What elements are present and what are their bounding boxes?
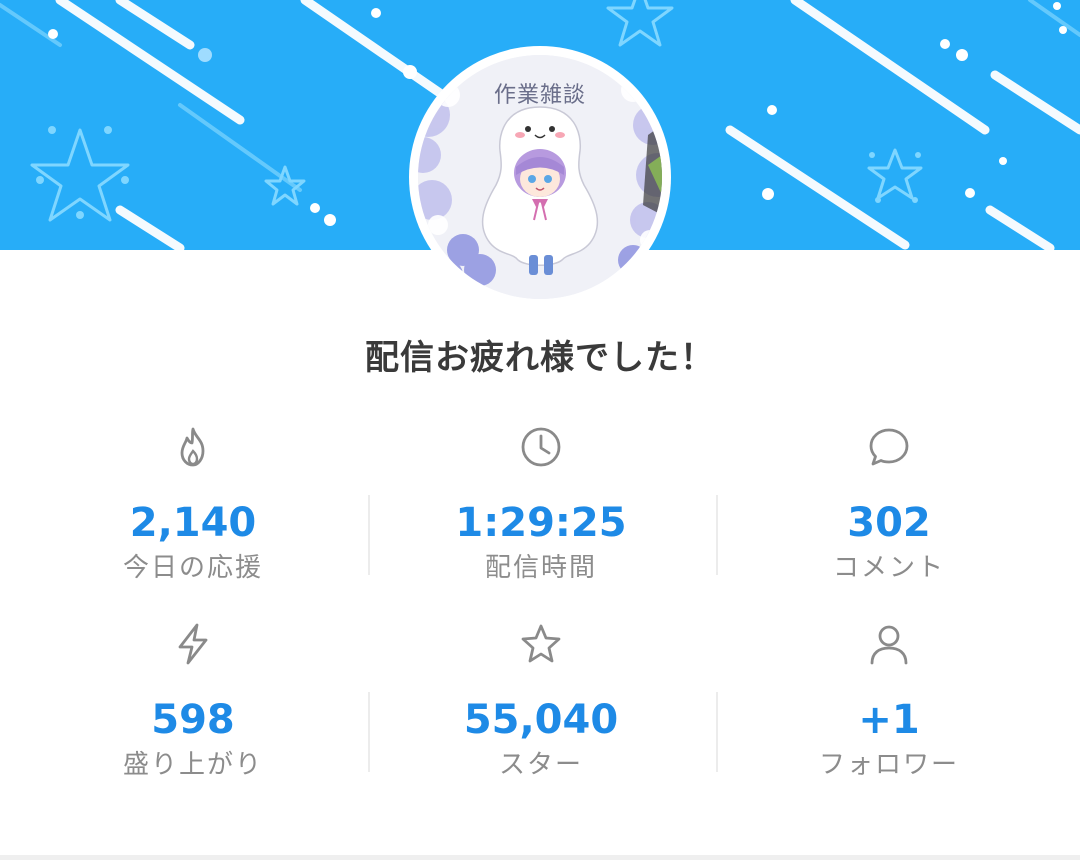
divider	[716, 495, 718, 575]
stat-stream-time: 1:29:25 配信時間	[371, 425, 711, 585]
stat-stars: 55,040 スター	[371, 622, 711, 782]
divider	[368, 495, 370, 575]
stat-value: +1	[858, 697, 920, 743]
stat-value: 598	[151, 697, 235, 743]
stat-excitement: 598 盛り上がり	[23, 622, 363, 782]
stat-label: フォロワー	[818, 750, 959, 780]
avatar-frame: 作業雑談	[409, 46, 671, 308]
stat-value: 55,040	[463, 697, 619, 743]
stat-label: スター	[498, 750, 583, 780]
person-icon	[870, 625, 908, 665]
stat-comments: 302 コメント	[719, 425, 1059, 585]
stat-label: 今日の応援	[122, 553, 263, 583]
stat-support: 2,140 今日の応援	[23, 425, 363, 585]
stat-label: 配信時間	[484, 553, 597, 583]
clock-icon	[521, 427, 561, 467]
comment-icon	[869, 428, 909, 466]
stat-label: コメント	[832, 553, 945, 583]
divider	[368, 692, 370, 772]
stream-ended-title: 配信お疲れ様でした！	[365, 338, 715, 378]
flame-icon	[180, 427, 205, 467]
stat-followers: +1 フォロワー	[719, 622, 1059, 782]
avatar-caption: 作業雑談	[493, 83, 586, 108]
stat-value: 302	[847, 500, 931, 546]
lightning-icon	[178, 623, 208, 665]
stat-label: 盛り上がり	[122, 750, 263, 780]
bottom-divider	[0, 855, 1080, 860]
avatar[interactable]: 作業雑談	[418, 55, 662, 299]
stat-value: 2,140	[129, 500, 257, 546]
stat-value: 1:29:25	[455, 500, 627, 546]
divider	[716, 692, 718, 772]
star-icon	[521, 624, 561, 663]
